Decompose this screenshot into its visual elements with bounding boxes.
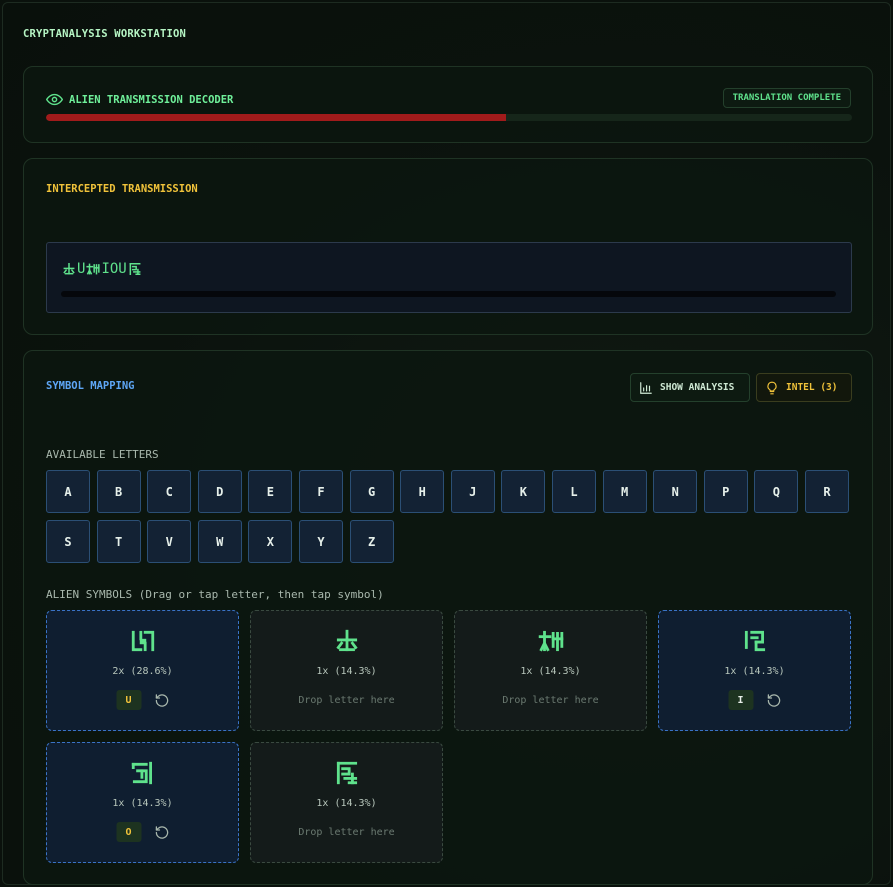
- show-analysis-label: SHOW ANALYSIS: [660, 382, 735, 393]
- letter-tile-f[interactable]: F: [299, 470, 343, 513]
- assigned-letter-group: U: [116, 690, 169, 710]
- letter-tile-q[interactable]: Q: [754, 470, 799, 513]
- letter-tile-z[interactable]: Z: [349, 520, 394, 563]
- letter-tile-r[interactable]: R: [805, 470, 849, 513]
- alien-glyph-6-icon: [336, 761, 357, 785]
- alien-glyph-3-icon: [86, 263, 101, 275]
- symbol-frequency: 1x (14.3%): [316, 666, 377, 677]
- decoder-panel: ALIEN TRANSMISSION DECODER TRANSLATION C…: [23, 66, 873, 143]
- letter-tile-l[interactable]: L: [552, 470, 596, 513]
- symbol-card[interactable]: 2x (28.6%) U: [46, 610, 239, 731]
- decoder-header: ALIEN TRANSMISSION DECODER: [46, 91, 233, 108]
- mapping-title: SYMBOL MAPPING: [46, 380, 135, 392]
- symbol-frequency: 1x (14.3%): [112, 798, 173, 809]
- symbol-card[interactable]: 1x (14.3%) Drop letter here: [454, 610, 647, 731]
- alien-glyph-5-icon: [131, 761, 152, 785]
- alien-glyph-6-icon: [129, 262, 141, 276]
- lightbulb-icon: [767, 381, 777, 394]
- assigned-letter-chip[interactable]: U: [116, 690, 141, 710]
- letter-tile-w[interactable]: W: [197, 520, 242, 563]
- alien-glyph-1-icon: [131, 630, 154, 652]
- reset-icon[interactable]: [154, 693, 169, 708]
- transmission-letters: IOU: [101, 261, 127, 277]
- assigned-letter-chip[interactable]: O: [116, 822, 141, 842]
- bar-chart-icon: [640, 381, 652, 394]
- alien-glyph-2-icon: [63, 262, 75, 275]
- letter-tile-e[interactable]: E: [248, 470, 293, 513]
- symbol-frequency: 1x (14.3%): [520, 666, 581, 677]
- status-badge: TRANSLATION COMPLETE: [722, 88, 851, 108]
- letter-tile-x[interactable]: X: [248, 520, 293, 563]
- symbol-frequency: 1x (14.3%): [724, 666, 785, 677]
- alien-symbols-label: ALIEN SYMBOLS (Drag or tap letter, then …: [46, 588, 384, 601]
- alien-glyph-2-icon: [335, 629, 358, 652]
- letter-tile-a[interactable]: A: [46, 470, 90, 513]
- letter-tile-g[interactable]: G: [349, 470, 394, 513]
- letter-tile-s[interactable]: S: [46, 520, 90, 563]
- decoder-title: ALIEN TRANSMISSION DECODER: [69, 93, 234, 106]
- letter-tile-k[interactable]: K: [501, 470, 546, 513]
- transmission-letters: U: [77, 261, 86, 277]
- transmission-title: INTERCEPTED TRANSMISSION: [46, 183, 198, 195]
- transmission-panel: INTERCEPTED TRANSMISSION U IOU: [23, 158, 873, 335]
- decode-progress-bar: [46, 114, 852, 121]
- letter-tile-v[interactable]: V: [147, 520, 192, 563]
- transmission-box: U IOU: [46, 242, 852, 313]
- letter-tile-c[interactable]: C: [147, 470, 192, 513]
- assigned-letter-group: I: [728, 690, 781, 710]
- app-title: CRYPTANALYSIS WORKSTATION: [23, 28, 187, 40]
- reset-icon[interactable]: [766, 693, 781, 708]
- eye-icon: [46, 93, 63, 106]
- alien-glyph-4-icon: [744, 630, 765, 652]
- letter-tile-m[interactable]: M: [602, 470, 647, 513]
- intel-button[interactable]: INTEL (3): [756, 373, 852, 402]
- letter-tile-h[interactable]: H: [400, 470, 445, 513]
- drop-hint: Drop letter here: [502, 695, 599, 706]
- letter-tile-n[interactable]: N: [653, 470, 698, 513]
- available-letters-label: AVAILABLE LETTERS: [46, 448, 159, 461]
- symbol-card[interactable]: 1x (14.3%) O: [46, 742, 239, 863]
- reset-icon[interactable]: [154, 825, 169, 840]
- assigned-letter-group: O: [116, 822, 169, 842]
- assigned-letter-chip[interactable]: I: [728, 690, 753, 710]
- transmission-text: U IOU: [62, 261, 142, 277]
- alien-glyph-3-icon: [538, 630, 563, 652]
- letter-tile-y[interactable]: Y: [299, 520, 343, 563]
- app-frame: CRYPTANALYSIS WORKSTATION ALIEN TRANSMIS…: [2, 2, 891, 885]
- symbol-card[interactable]: 1x (14.3%) I: [658, 610, 851, 731]
- symbol-card[interactable]: 1x (14.3%) Drop letter here: [250, 742, 443, 863]
- drop-hint: Drop letter here: [298, 827, 395, 838]
- show-analysis-button[interactable]: SHOW ANALYSIS: [630, 373, 750, 402]
- letter-tile-t[interactable]: T: [96, 520, 141, 563]
- drop-hint: Drop letter here: [298, 695, 395, 706]
- symbol-card[interactable]: 1x (14.3%) Drop letter here: [250, 610, 443, 731]
- intel-label: INTEL (3): [786, 382, 838, 393]
- decode-progress-fill: [46, 114, 507, 121]
- symbol-frequency: 2x (28.6%): [112, 666, 173, 677]
- symbol-frequency: 1x (14.3%): [316, 798, 377, 809]
- mapping-panel: SYMBOL MAPPING SHOW ANALYSIS INTEL (3) A…: [23, 350, 873, 885]
- letter-tile-p[interactable]: P: [703, 470, 748, 513]
- letter-tile-d[interactable]: D: [197, 470, 242, 513]
- transmission-scrollbar[interactable]: [61, 291, 836, 297]
- letter-tile-b[interactable]: B: [96, 470, 141, 513]
- letter-tile-j[interactable]: J: [450, 470, 495, 513]
